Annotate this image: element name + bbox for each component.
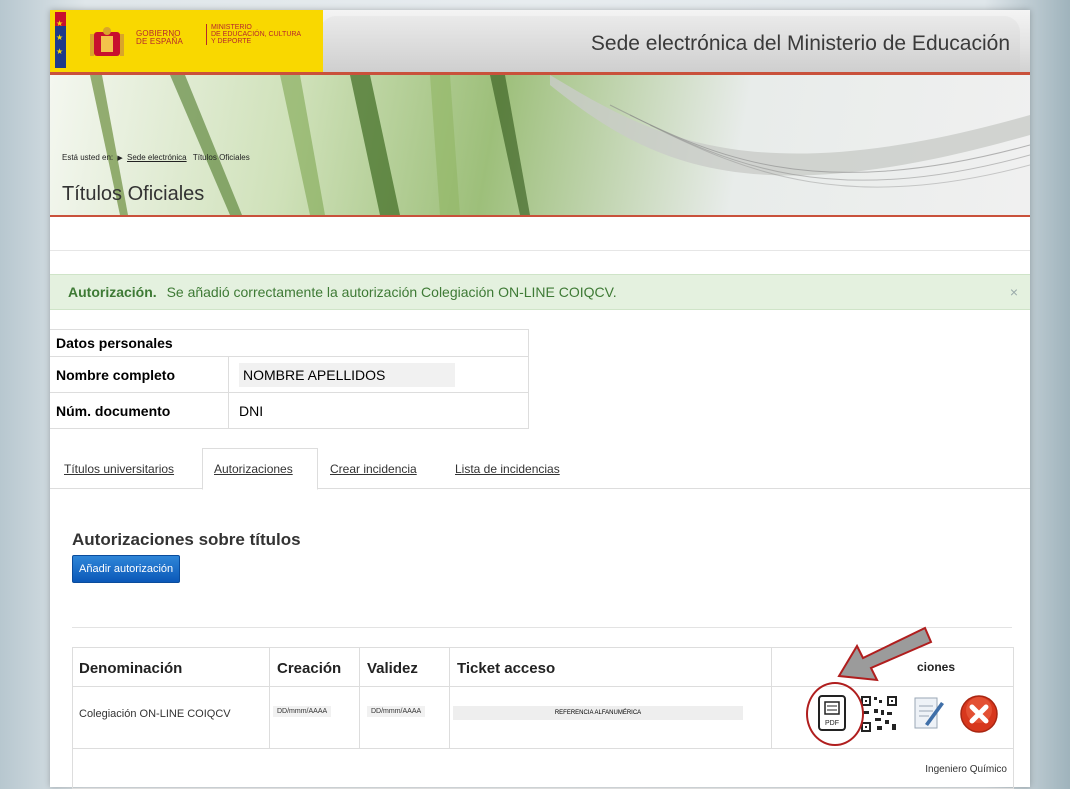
personal-data-row: Nombre completo NOMBRE APELLIDOS (50, 356, 528, 392)
column-divider (359, 648, 360, 748)
tab-university-titles[interactable]: Títulos universitarios (64, 462, 174, 476)
authorizations-table: Denominación Creación Validez Ticket acc… (72, 626, 1014, 789)
row-created: DD/mmm/AAAA (273, 706, 332, 717)
breadcrumb-link-home[interactable]: Sede electrónica (127, 153, 187, 162)
government-text: GOBIERNO DE ESPAÑA (136, 30, 183, 46)
row-name: Colegiación ON-LINE COIQCV (79, 708, 231, 720)
personal-data-table: Datos personales Nombre completo NOMBRE … (50, 329, 529, 429)
col-header-name: Denominación (79, 660, 183, 677)
ministry-text: MINISTERIO DE EDUCACIÓN, CULTURA Y DEPOR… (206, 24, 301, 45)
row-valid: DD/mmm/AAAA (367, 706, 426, 717)
column-divider (449, 648, 450, 748)
tab-bar: Títulos universitarios Autorizaciones Cr… (50, 448, 1030, 490)
section-title: Autorizaciones sobre títulos (72, 530, 301, 549)
government-logo-block[interactable]: ★ ★ ★ GOBIERNO DE ESPAÑA MINISTERIO DE E… (50, 10, 323, 72)
alert-message: Se añadió correctamente la autorización … (166, 284, 617, 300)
star-icon: ★ (56, 33, 64, 42)
success-alert: Autorización. Se añadió correctamente la… (50, 274, 1030, 310)
tab-incident-list[interactable]: Lista de incidencias (455, 462, 560, 476)
row-divider (73, 748, 1013, 749)
delete-icon[interactable] (959, 694, 999, 734)
alert-title: Autorización. (68, 284, 157, 300)
col-header-created: Creación (277, 660, 342, 677)
document-number-label: Núm. documento (50, 393, 229, 428)
col-header-valid: Validez (367, 660, 418, 677)
page: ★ ★ ★ GOBIERNO DE ESPAÑA MINISTERIO DE E… (50, 10, 1030, 789)
pointer-arrow-icon (837, 626, 933, 682)
breadcrumb-current: Títulos Oficiales (192, 153, 250, 162)
column-divider (771, 648, 772, 748)
gov-line-2: DE ESPAÑA (136, 37, 183, 46)
document-number-value: DNI (239, 402, 264, 419)
personal-data-row: Núm. documento DNI (50, 392, 528, 428)
coat-of-arms-icon (90, 27, 124, 56)
star-icon: ★ (56, 47, 64, 56)
ministry-line-1: MINISTERIO (211, 24, 252, 31)
degree-note: Ingeniero Químico (925, 764, 1007, 775)
sign-document-icon[interactable] (911, 694, 947, 734)
personal-data-title: Datos personales (56, 335, 173, 351)
breadcrumb-prefix: Está usted en: (62, 153, 114, 162)
full-name-value: NOMBRE APELLIDOS (239, 362, 456, 387)
full-name-label: Nombre completo (50, 357, 229, 392)
breadcrumb: Está usted en: ▶ Sede electrónica Título… (62, 153, 250, 162)
star-icon: ★ (56, 19, 64, 28)
close-icon[interactable]: × (1010, 275, 1018, 309)
site-header: ★ ★ ★ GOBIERNO DE ESPAÑA MINISTERIO DE E… (50, 10, 1030, 75)
site-title: Sede electrónica del Ministerio de Educa… (590, 32, 1010, 55)
column-divider (269, 648, 270, 748)
row-ticket: REFERENCIA ALFANUMÉRICA (453, 706, 743, 720)
ministry-line-3: Y DEPORTE (211, 38, 252, 45)
eu-flag-strip: ★ ★ ★ (55, 12, 66, 68)
col-header-ticket: Ticket acceso (457, 660, 556, 677)
page-title: Títulos Oficiales (62, 183, 205, 205)
triangle-right-icon: ▶ (117, 155, 123, 162)
divider (50, 250, 1030, 251)
qr-code-icon[interactable] (859, 694, 899, 734)
tab-authorizations[interactable]: Autorizaciones (214, 462, 293, 476)
banner: Está usted en: ▶ Sede electrónica Título… (50, 75, 1030, 217)
add-authorization-button[interactable]: Añadir autorización (72, 555, 181, 583)
ministry-line-2: DE EDUCACIÓN, CULTURA (211, 31, 302, 38)
tab-create-incident[interactable]: Crear incidencia (330, 462, 417, 476)
